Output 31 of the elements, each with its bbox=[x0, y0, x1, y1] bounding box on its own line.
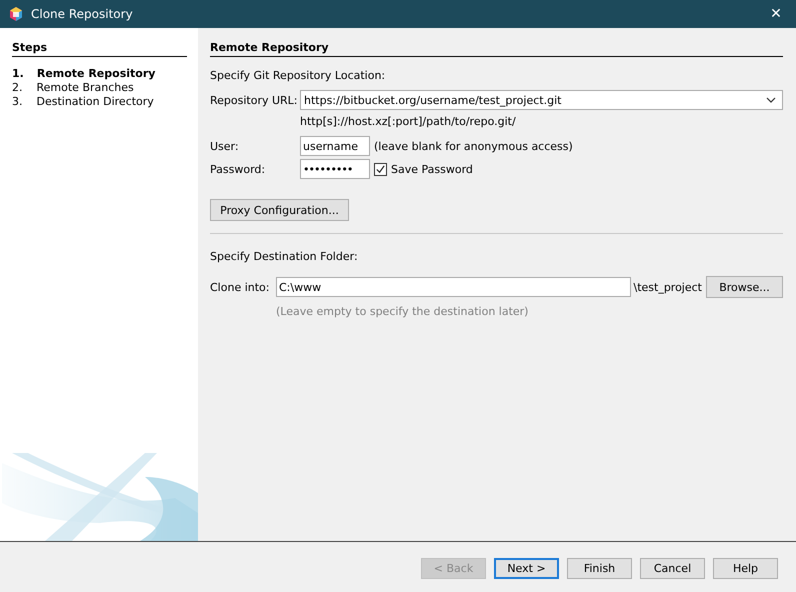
checkbox-label: Save Password bbox=[391, 162, 473, 176]
steps-heading: Steps bbox=[12, 41, 187, 57]
field-note: (leave blank for anonymous access) bbox=[374, 140, 573, 152]
close-button[interactable]: ✕ bbox=[756, 0, 796, 28]
browse-button[interactable]: Browse... bbox=[706, 276, 783, 298]
field-label: Password: bbox=[210, 162, 266, 176]
hint-text: (Leave empty to specify the destination later) bbox=[276, 305, 528, 318]
wizard-button[interactable]: Help bbox=[713, 558, 778, 578]
checkbox[interactable] bbox=[374, 162, 387, 176]
field-label: Clone into: bbox=[210, 280, 270, 294]
window-title: Clone Repository bbox=[31, 7, 133, 21]
folder-suffix: \test_project bbox=[633, 280, 702, 294]
cube-icon bbox=[9, 7, 23, 21]
proxy-button[interactable]: Proxy Configuration... bbox=[210, 199, 349, 221]
step-item: 2. Remote Branches bbox=[12, 81, 135, 95]
chevron-down-icon[interactable] bbox=[766, 97, 776, 103]
section-heading: Remote Repository bbox=[210, 41, 783, 57]
url-combo-box[interactable]: https://bitbucket.org/username/test_project.git bbox=[300, 90, 783, 110]
section-label: Specify Destination Folder: bbox=[210, 250, 359, 263]
wizard-button[interactable]: Next > bbox=[494, 558, 559, 578]
wizard-button[interactable]: Cancel bbox=[640, 558, 705, 578]
folder-field[interactable]: C:\www bbox=[276, 277, 632, 297]
field-label: User: bbox=[210, 140, 240, 152]
format-hint: http[s]://host.xz[:port]/path/to/repo.git/ bbox=[300, 115, 516, 128]
section-label: Specify Git Repository Location: bbox=[210, 69, 386, 82]
field-label: Repository URL: bbox=[210, 94, 299, 106]
wizard-button[interactable]: Finish bbox=[567, 558, 632, 578]
password-field[interactable]: ••••••••• bbox=[300, 159, 370, 179]
step-item: 3. Destination Directory bbox=[12, 95, 155, 109]
step-item: 1. Remote Repository bbox=[12, 67, 156, 81]
user-field[interactable]: username bbox=[300, 136, 370, 156]
